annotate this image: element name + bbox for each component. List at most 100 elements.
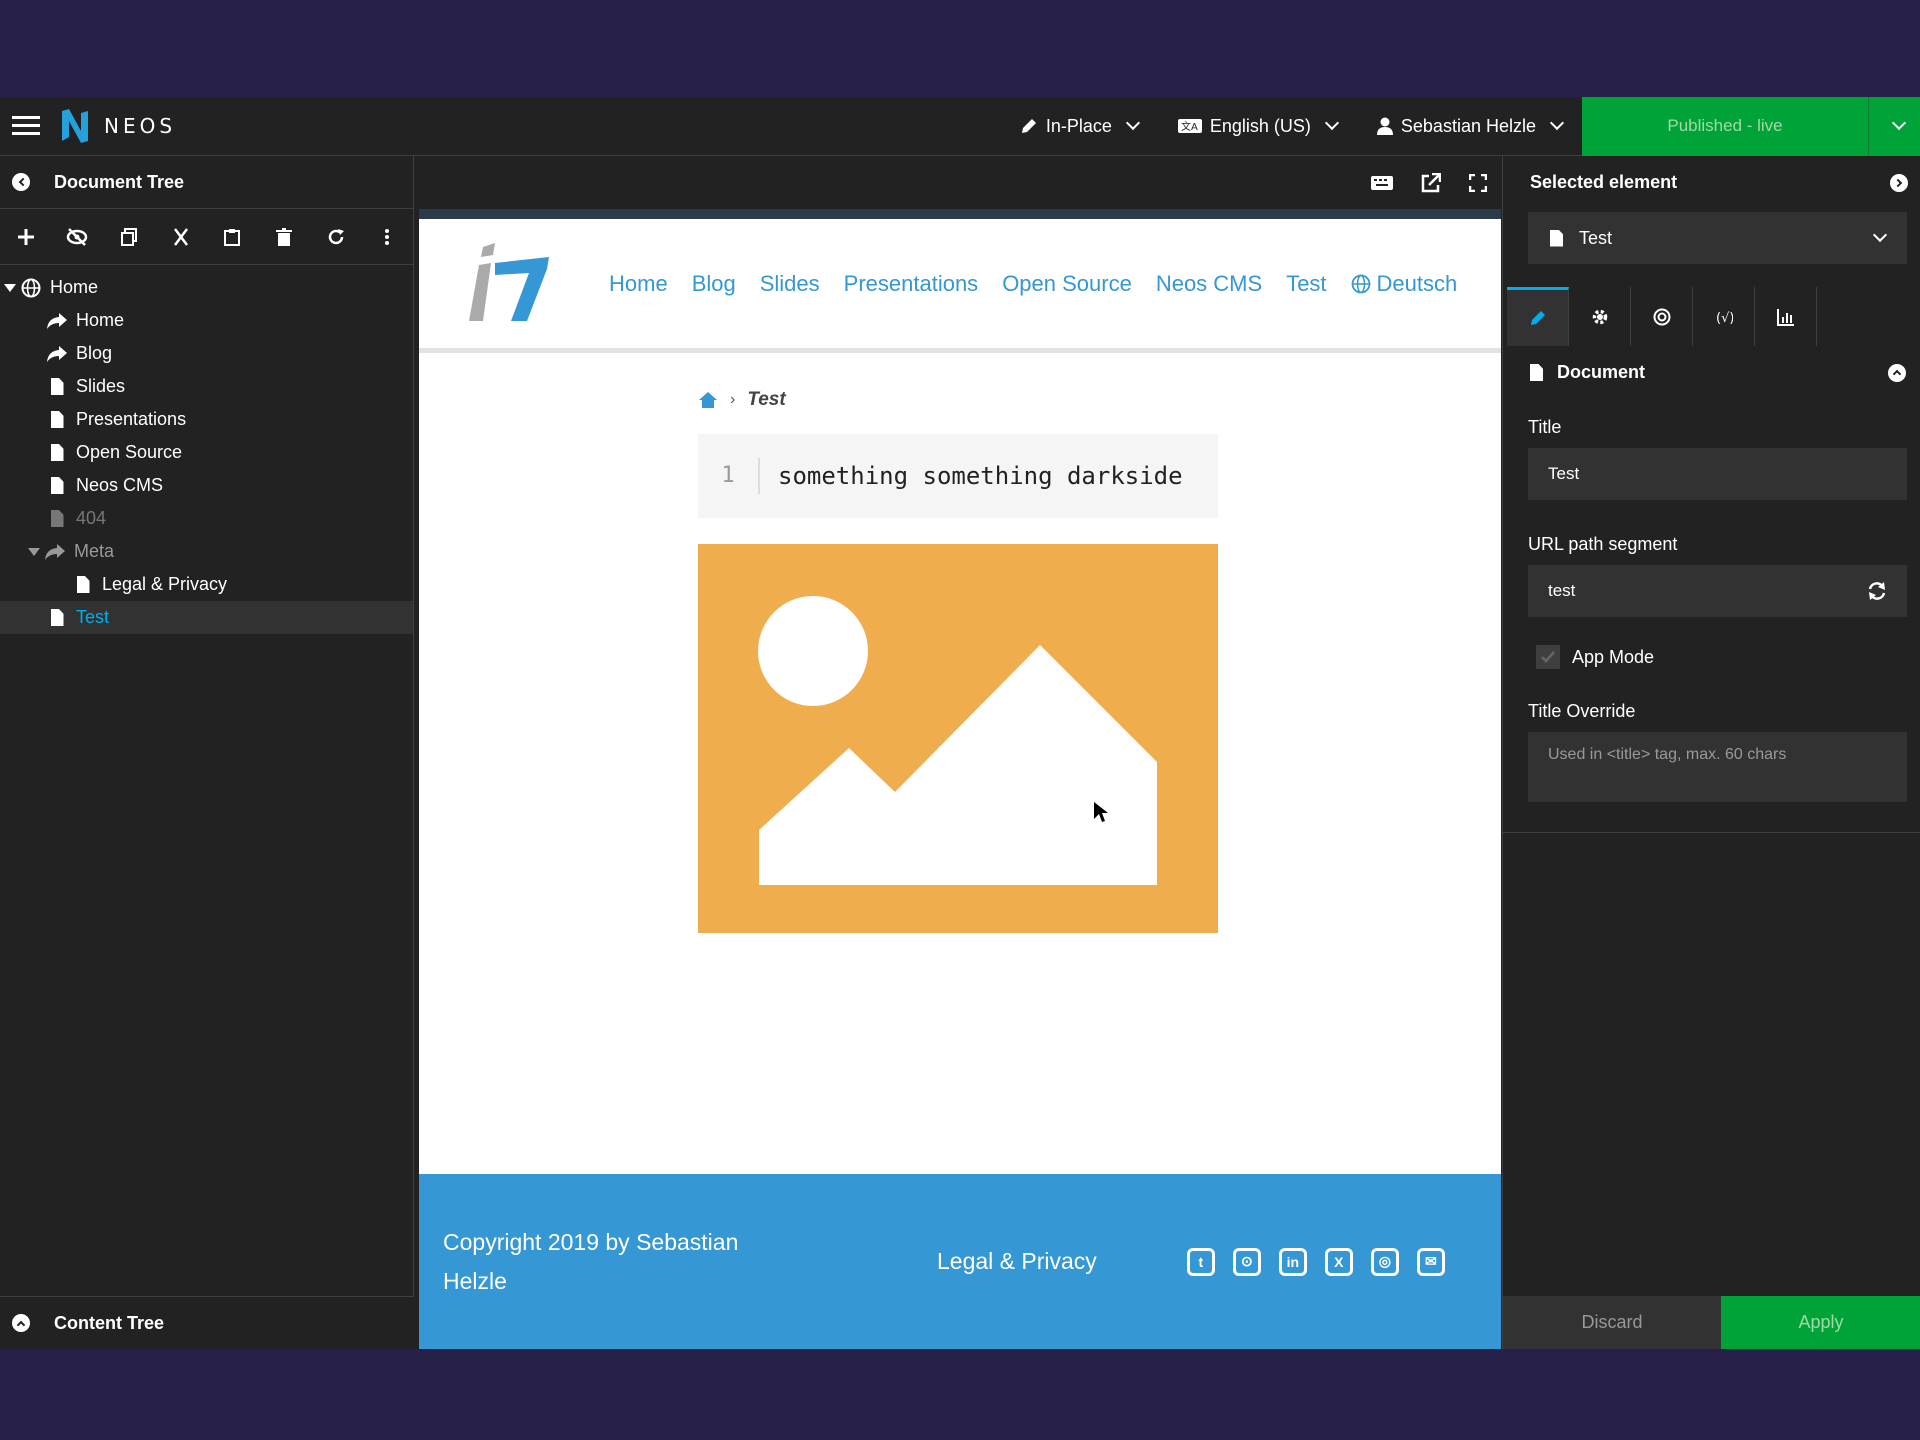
tree-node-home[interactable]: Home [0,304,413,337]
tree-node-legal-privacy[interactable]: Legal & Privacy [0,568,413,601]
neos-logo-icon [62,109,88,143]
tree-node-404[interactable]: 404 [0,502,413,535]
tab-analytics[interactable] [1755,287,1817,346]
sync-icon[interactable] [1867,581,1887,601]
keyboard-icon[interactable] [1371,175,1393,190]
add-node-button[interactable] [0,209,52,265]
user-dropdown[interactable]: Sebastian Helzle [1357,97,1582,156]
tree-node-home-root[interactable]: Home [0,271,413,304]
selected-element-dropdown[interactable]: Test [1528,212,1907,264]
nav-link-blog[interactable]: Blog [680,271,748,297]
tab-seo[interactable]: (√) [1693,287,1755,346]
collapse-section-icon[interactable] [1888,363,1906,382]
title-override-textarea[interactable]: Used in <title> tag, max. 60 chars [1528,732,1907,802]
tree-node-blog[interactable]: Blog [0,337,413,370]
document-tree-title: Document Tree [54,171,185,192]
collapse-inspector-icon[interactable] [1890,173,1908,192]
tree-node-label: Legal & Privacy [102,574,228,594]
collapse-toggle-icon[interactable] [24,547,44,556]
expand-content-tree-icon[interactable] [12,1314,30,1332]
collapse-sidebar-icon[interactable] [12,173,30,191]
tree-node-meta[interactable]: Meta [0,535,413,568]
twitter-icon[interactable]: t [1186,1247,1215,1276]
xing-icon[interactable]: X [1324,1247,1353,1276]
cut-node-button[interactable] [155,209,207,265]
url-path-input[interactable]: test [1528,565,1907,617]
image-placeholder[interactable] [698,544,1218,933]
nav-link-neos-cms[interactable]: Neos CMS [1144,271,1274,297]
title-input[interactable]: Test [1528,448,1907,500]
linkedin-icon[interactable]: in [1278,1247,1307,1276]
publish-dropdown-button[interactable] [1868,96,1920,156]
nav-link-slides[interactable]: Slides [748,271,832,297]
collapse-toggle-icon[interactable] [0,283,20,292]
nav-link-home[interactable]: Home [597,271,680,297]
github-icon[interactable]: ⊙ [1232,1247,1261,1276]
fullscreen-icon[interactable] [1469,173,1487,192]
more-options-button[interactable] [361,209,413,265]
home-icon[interactable] [698,391,718,409]
app-mode-label: App Mode [1572,646,1655,667]
instagram-icon[interactable]: ◎ [1370,1247,1399,1276]
refresh-tree-button[interactable] [310,209,362,265]
tree-node-presentations[interactable]: Presentations [0,403,413,436]
divider [1503,832,1920,833]
nav-link-language[interactable]: Deutsch [1339,271,1470,297]
title-label: Title [1528,417,1562,437]
site-footer: Copyright 2019 by Sebastian Helzle Legal… [419,1174,1501,1349]
tree-node-neos-cms[interactable]: Neos CMS [0,469,413,502]
inspector-header: Selected element [1503,156,1920,209]
footer-legal-link[interactable]: Legal & Privacy [937,1248,1097,1275]
tree-node-label: Slides [76,376,126,396]
nav-link-open-source[interactable]: Open Source [990,271,1144,297]
content-tree-header[interactable]: Content Tree [0,1296,414,1349]
user-name: Sebastian Helzle [1400,115,1536,136]
gear-icon [1592,309,1607,324]
language-label: English (US) [1209,115,1311,136]
apply-button[interactable]: Apply [1721,1296,1920,1349]
site-logo-icon[interactable] [465,239,559,329]
document-icon [1530,364,1543,381]
edit-mode-dropdown[interactable]: In-Place [1000,97,1158,156]
app-mode-checkbox[interactable]: App Mode [1536,645,1920,669]
edit-mode-label: In-Place [1045,115,1112,136]
breadcrumb-separator-icon: › [730,391,736,408]
user-icon [1376,117,1393,135]
trash-icon [275,227,292,246]
chevron-down-icon [1324,115,1339,131]
language-dropdown[interactable]: 文A English (US) [1158,97,1357,156]
hide-node-button[interactable] [52,209,104,265]
paste-node-button[interactable] [207,209,259,265]
mail-icon[interactable]: ✉ [1416,1247,1445,1276]
chevron-down-icon [1891,115,1906,131]
tree-node-slides[interactable]: Slides [0,370,413,403]
code-block[interactable]: 1 something something darkside [698,434,1218,518]
url-path-label: URL path segment [1528,534,1678,554]
tree-node-label: Open Source [76,442,183,462]
social-links: t ⊙ in X ◎ ✉ [1186,1247,1445,1276]
document-section-header[interactable]: Document [1503,346,1920,399]
tree-node-open-source[interactable]: Open Source [0,436,413,469]
title-override-label: Title Override [1528,701,1636,721]
menu-icon[interactable] [0,97,52,156]
website-preview: Home Blog Slides Presentations Open Sour… [419,209,1501,1349]
url-path-value: test [1548,581,1576,600]
discard-button[interactable]: Discard [1503,1296,1721,1349]
copy-node-button[interactable] [103,209,155,265]
nav-link-presentations[interactable]: Presentations [832,271,991,297]
delete-node-button[interactable] [258,209,310,265]
external-link-icon[interactable] [1421,172,1441,193]
tab-target[interactable] [1631,287,1693,346]
brand-name: NEOS [104,114,177,138]
seo-icon: (√) [1716,311,1733,326]
tree-node-label: Home [50,277,99,297]
tab-settings[interactable] [1569,287,1631,346]
cut-icon [173,227,188,246]
nav-link-test[interactable]: Test [1274,271,1338,297]
tree-node-label: Presentations [76,409,187,429]
tree-node-test[interactable]: Test [0,601,413,634]
tab-edit[interactable] [1507,287,1569,346]
checkbox-box[interactable] [1536,645,1560,669]
svg-text:文A: 文A [1181,120,1198,133]
publish-button[interactable]: Published - live [1582,96,1868,156]
